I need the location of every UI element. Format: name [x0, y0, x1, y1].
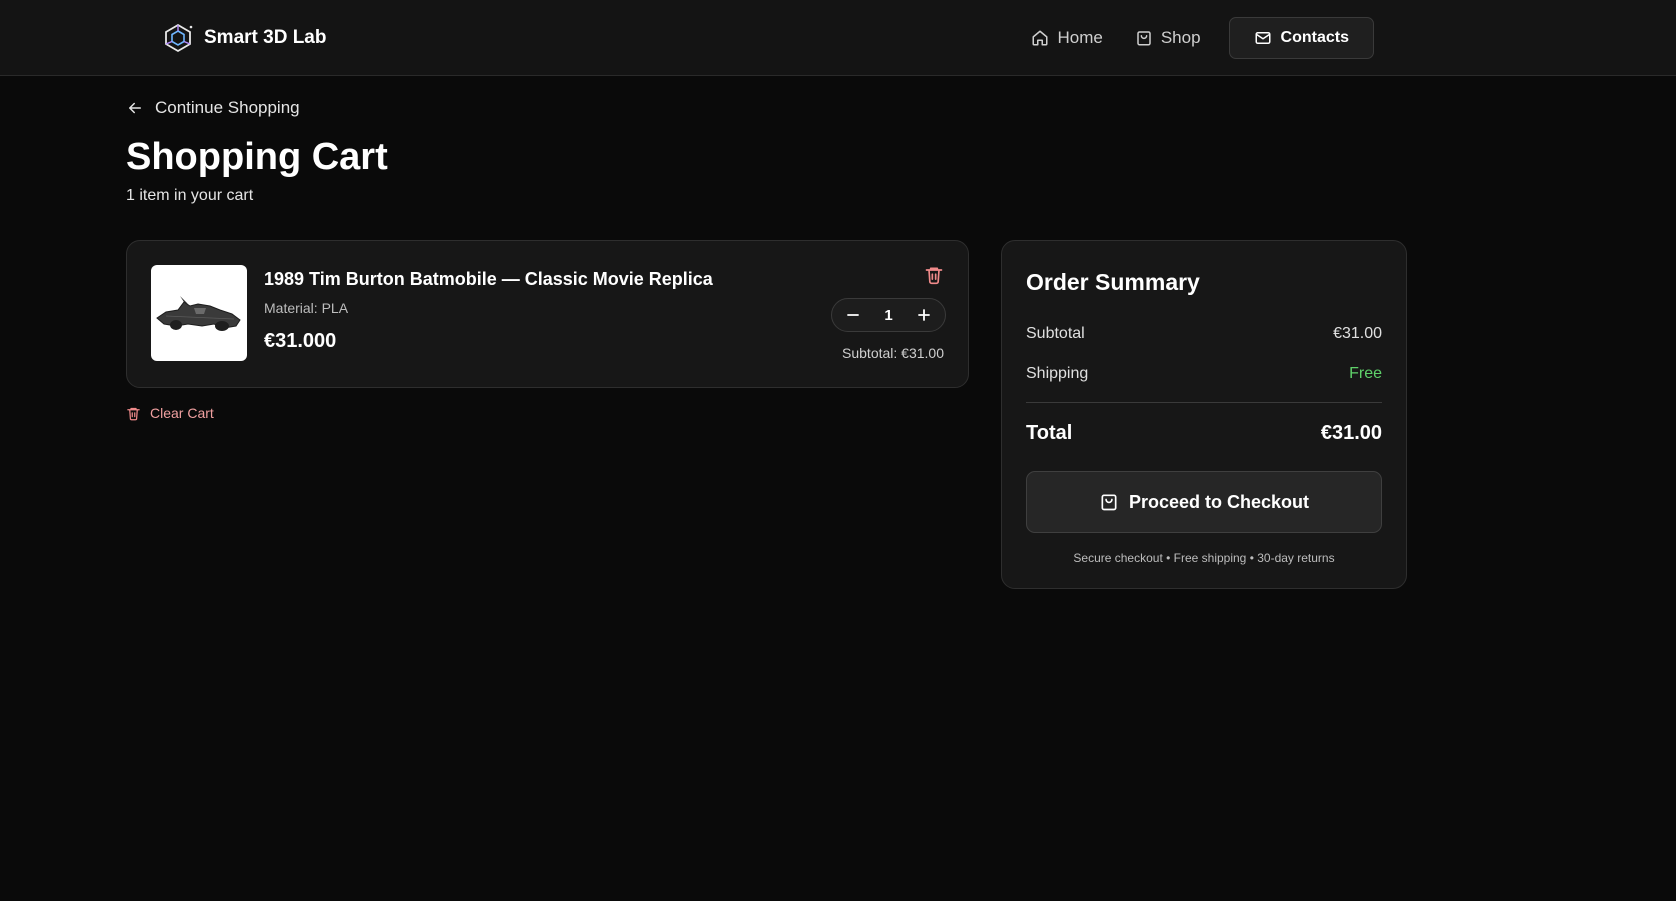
page-title: Shopping Cart	[126, 136, 388, 178]
continue-shopping-link[interactable]: Continue Shopping	[126, 98, 300, 118]
contacts-label: Contacts	[1280, 29, 1349, 46]
cart-item: 1989 Tim Burton Batmobile — Classic Movi…	[126, 240, 969, 388]
plus-icon	[918, 309, 930, 321]
increase-quantity-button[interactable]	[915, 306, 933, 324]
clear-cart-button[interactable]: Clear Cart	[126, 405, 214, 421]
trash-icon	[925, 267, 943, 285]
summary-subtotal-value: €31.00	[1333, 325, 1382, 342]
continue-shopping-label: Continue Shopping	[155, 98, 300, 117]
nav-shop-link[interactable]: Shop	[1123, 18, 1213, 58]
brand-link[interactable]: Smart 3D Lab	[162, 22, 326, 54]
mail-icon	[1255, 32, 1271, 44]
nav-home-label: Home	[1057, 28, 1103, 47]
item-subtotal: Subtotal: €31.00	[842, 345, 944, 361]
summary-shipping-row: Shipping Free	[1026, 365, 1382, 383]
quantity-value: 1	[884, 306, 893, 324]
shopping-bag-icon	[1137, 31, 1151, 46]
nav-home-link[interactable]: Home	[1019, 18, 1114, 58]
cube-logo-icon	[165, 23, 193, 53]
order-summary-card: Order Summary Subtotal €31.00 Shipping F…	[1001, 240, 1407, 589]
summary-total-row: Total €31.00	[1026, 422, 1382, 445]
contacts-button[interactable]: Contacts	[1228, 17, 1374, 59]
nav-links: Home Shop Contacts	[1019, 17, 1374, 59]
product-thumbnail[interactable]	[151, 265, 247, 361]
minus-icon	[847, 314, 859, 316]
batmobile-image-icon	[156, 296, 241, 331]
summary-subtotal-row: Subtotal €31.00	[1026, 325, 1382, 343]
nav-shop-label: Shop	[1160, 28, 1201, 47]
summary-total-value: €31.00	[1320, 422, 1382, 444]
top-navbar: Smart 3D Lab Home Shop Contacts	[0, 0, 1676, 76]
checkout-label: Proceed to Checkout	[1128, 491, 1310, 512]
remove-item-button[interactable]	[924, 265, 946, 287]
quantity-stepper: 1	[831, 298, 946, 332]
arrow-left-icon	[129, 102, 141, 114]
summary-shipping-value: Free	[1349, 365, 1382, 382]
brand-name: Smart 3D Lab	[204, 27, 327, 48]
product-material: Material: PLA	[264, 300, 349, 316]
proceed-to-checkout-button[interactable]: Proceed to Checkout	[1026, 471, 1382, 533]
product-price: €31.000	[264, 330, 337, 352]
home-icon	[1032, 30, 1048, 46]
summary-shipping-label: Shipping	[1026, 365, 1089, 382]
order-summary-title: Order Summary	[1026, 269, 1200, 295]
product-name[interactable]: 1989 Tim Burton Batmobile — Classic Movi…	[264, 269, 713, 290]
trash-icon	[127, 407, 140, 420]
summary-subtotal-label: Subtotal	[1026, 325, 1085, 342]
cart-item-count: 1 item in your cart	[126, 187, 254, 204]
checkout-assurance-note: Secure checkout • Free shipping • 30-day…	[1073, 551, 1335, 565]
clear-cart-label: Clear Cart	[150, 405, 214, 421]
shopping-bag-icon	[1101, 494, 1117, 511]
decrease-quantity-button[interactable]	[844, 306, 862, 324]
summary-total-label: Total	[1026, 422, 1073, 444]
summary-divider	[1026, 402, 1382, 403]
